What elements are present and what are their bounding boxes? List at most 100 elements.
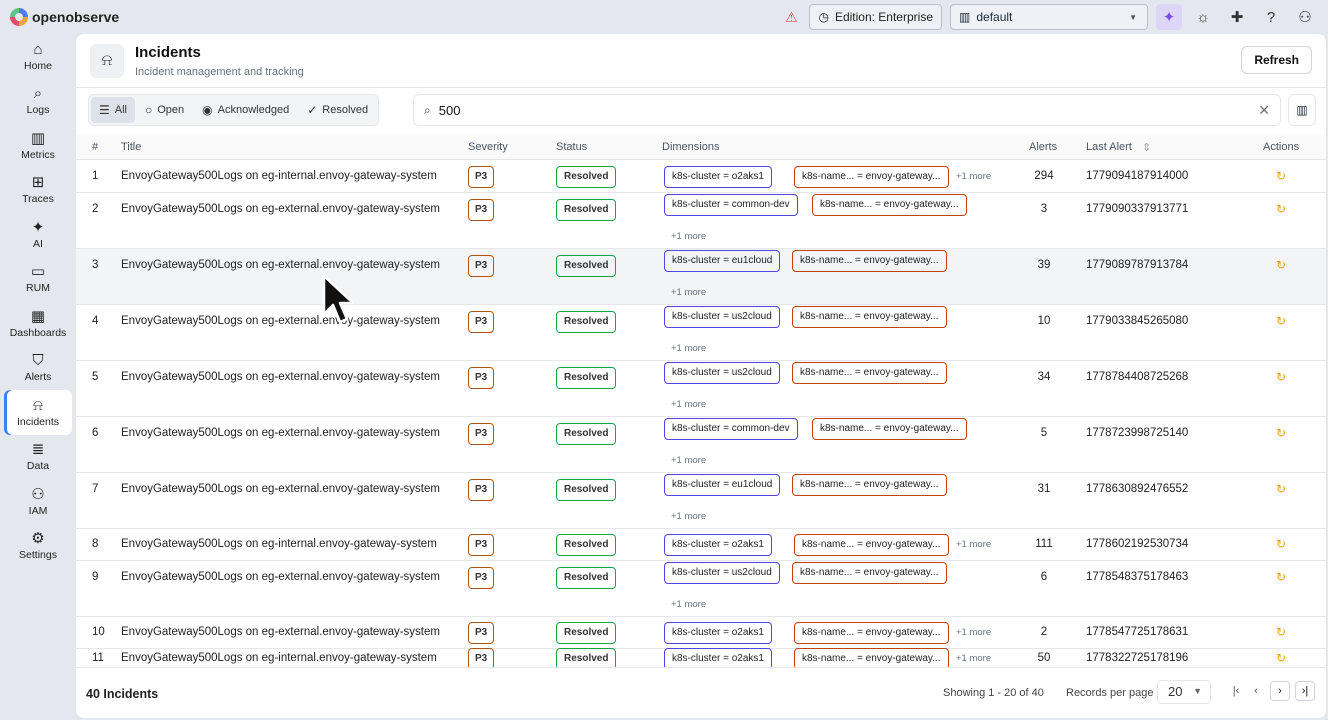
sidebar: ⌂ Home ⌕ Logs ▥ Metrics ⊞ Traces ✦ AI ▭ RUM ▦ Dashboa… (0, 34, 76, 720)
clear-icon[interactable]: ✕ (1258, 102, 1270, 119)
dimension-cluster-chip: k8s-cluster = eu1cloud (664, 250, 781, 272)
action-refresh-icon[interactable]: ↻ (1276, 169, 1286, 183)
action-refresh-icon[interactable]: ↻ (1276, 426, 1286, 440)
col-alerts[interactable]: Alerts (1029, 141, 1057, 153)
records-per-page-select[interactable]: 20 ▼ (1157, 680, 1211, 704)
row-number: 8 (92, 538, 99, 550)
more-dimensions-link[interactable]: +1 more (671, 599, 706, 610)
action-refresh-icon[interactable]: ↻ (1276, 651, 1286, 665)
more-dimensions-link[interactable]: +1 more (671, 343, 706, 354)
sidebar-item-label: Metrics (21, 148, 55, 161)
action-refresh-icon[interactable]: ↻ (1276, 370, 1286, 384)
more-dimensions-link[interactable]: +1 more (956, 171, 991, 182)
user-icon[interactable]: ⚇ (1292, 4, 1318, 30)
action-refresh-icon[interactable]: ↻ (1276, 482, 1286, 496)
search-input[interactable]: 500 (439, 103, 1251, 118)
col-title[interactable]: Title (121, 141, 141, 153)
sidebar-item-incidents[interactable]: ⍾ Incidents (4, 390, 72, 435)
help-icon[interactable]: ? (1258, 4, 1284, 30)
incident-title[interactable]: EnvoyGateway500Logs on eg-external.envoy… (121, 626, 440, 638)
ai-assistant-icon[interactable]: ✦ (1156, 4, 1182, 30)
refresh-button[interactable]: Refresh (1241, 46, 1312, 74)
table-row[interactable]: 8 EnvoyGateway500Logs on eg-internal.envo… (76, 529, 1326, 561)
action-refresh-icon[interactable]: ↻ (1276, 202, 1286, 216)
action-refresh-icon[interactable]: ↻ (1276, 625, 1286, 639)
org-select[interactable]: ▥ default ▼ (950, 4, 1148, 30)
incident-title[interactable]: EnvoyGateway500Logs on eg-external.envoy… (121, 259, 440, 271)
table-row[interactable]: 11 EnvoyGateway500Logs on eg-internal.env… (76, 648, 1326, 670)
action-refresh-icon[interactable]: ↻ (1276, 537, 1286, 551)
more-dimensions-link[interactable]: +1 more (956, 539, 991, 550)
col-last-alert[interactable]: Last Alert (1086, 141, 1132, 153)
severity-badge: P3 (468, 567, 495, 589)
table-row[interactable]: 1 EnvoyGateway500Logs on eg-internal.envo… (76, 161, 1326, 193)
severity-badge: P3 (468, 311, 495, 333)
col-num: # (92, 141, 99, 153)
incident-title[interactable]: EnvoyGateway500Logs on eg-external.envoy… (121, 483, 440, 495)
search-box[interactable]: ⌕ 500 ✕ (413, 94, 1281, 126)
filter-open[interactable]: ○ Open (137, 97, 192, 123)
app-logo[interactable]: openobserve (10, 8, 119, 26)
edition-button[interactable]: ◷ Edition: Enterprise (809, 4, 942, 30)
table-row[interactable]: 5 EnvoyGateway500Logs on eg-external.envo… (76, 361, 1326, 417)
table-row[interactable]: 3 EnvoyGateway500Logs on eg-external.envo… (76, 249, 1326, 305)
sidebar-item-iam[interactable]: ⚇ IAM (0, 479, 76, 524)
table-row[interactable]: 7 EnvoyGateway500Logs on eg-external.envo… (76, 473, 1326, 529)
columns-toggle-button[interactable]: ▥ (1288, 94, 1316, 126)
incident-title[interactable]: EnvoyGateway500Logs on eg-external.envoy… (121, 427, 440, 439)
sort-icon[interactable]: ⇕ (1142, 141, 1151, 154)
table-row[interactable]: 9 EnvoyGateway500Logs on eg-external.envo… (76, 561, 1326, 617)
table-row[interactable]: 2 EnvoyGateway500Logs on eg-external.envo… (76, 193, 1326, 249)
more-dimensions-link[interactable]: +1 more (671, 455, 706, 466)
sidebar-item-traces[interactable]: ⊞ Traces (0, 168, 76, 213)
more-dimensions-link[interactable]: +1 more (671, 399, 706, 410)
sidebar-item-dashboards[interactable]: ▦ Dashboards (0, 301, 76, 346)
filter-all[interactable]: ☰ All (91, 97, 135, 123)
filter-resolved[interactable]: ✓ Resolved (299, 97, 376, 123)
alerts-count: 50 (1037, 652, 1051, 664)
incident-title[interactable]: EnvoyGateway500Logs on eg-external.envoy… (121, 371, 440, 383)
incident-title[interactable]: EnvoyGateway500Logs on eg-external.envoy… (121, 315, 440, 327)
filter-label: Open (157, 104, 185, 116)
prev-page-icon[interactable]: ‹ (1246, 681, 1266, 701)
sidebar-item-logs[interactable]: ⌕ Logs (0, 79, 76, 124)
next-page-icon[interactable]: › (1270, 681, 1290, 701)
sidebar-item-data[interactable]: ≣ Data (0, 435, 76, 480)
sidebar-item-ai[interactable]: ✦ AI (0, 212, 76, 257)
last-alert-timestamp: 1778630892476552 (1086, 483, 1189, 495)
action-refresh-icon[interactable]: ↻ (1276, 570, 1286, 584)
incident-title[interactable]: EnvoyGateway500Logs on eg-external.envoy… (121, 203, 440, 215)
filter-acknowledged[interactable]: ◉ Acknowledged (194, 97, 297, 123)
slack-icon[interactable]: ✚ (1224, 4, 1250, 30)
action-refresh-icon[interactable]: ↻ (1276, 314, 1286, 328)
sidebar-item-alerts[interactable]: ⛉ Alerts (0, 346, 76, 391)
more-dimensions-link[interactable]: +1 more (956, 653, 991, 664)
sidebar-item-settings[interactable]: ⚙ Settings (0, 524, 76, 569)
action-refresh-icon[interactable]: ↻ (1276, 258, 1286, 272)
table-row[interactable]: 6 EnvoyGateway500Logs on eg-external.envo… (76, 417, 1326, 473)
table-row[interactable]: 4 EnvoyGateway500Logs on eg-external.envo… (76, 305, 1326, 361)
theme-sun-icon[interactable]: ☼ (1190, 4, 1216, 30)
warning-icon[interactable]: ⚠ (781, 9, 801, 26)
more-dimensions-link[interactable]: +1 more (671, 231, 706, 242)
incident-title[interactable]: EnvoyGateway500Logs on eg-internal.envoy… (121, 538, 437, 550)
sidebar-item-metrics[interactable]: ▥ Metrics (0, 123, 76, 168)
row-number: 3 (92, 259, 99, 271)
last-page-icon[interactable]: ›| (1295, 681, 1315, 701)
incident-title[interactable]: EnvoyGateway500Logs on eg-external.envoy… (121, 571, 440, 583)
filter-label: Acknowledged (217, 104, 290, 116)
table-row[interactable]: 10 EnvoyGateway500Logs on eg-external.env… (76, 617, 1326, 649)
incident-title[interactable]: EnvoyGateway500Logs on eg-internal.envoy… (121, 652, 437, 664)
dimension-name-chip: k8s-name... = envoy-gateway... (792, 362, 947, 384)
col-severity[interactable]: Severity (468, 141, 508, 153)
more-dimensions-link[interactable]: +1 more (671, 287, 706, 298)
first-page-icon[interactable]: |‹ (1226, 681, 1246, 701)
more-dimensions-link[interactable]: +1 more (956, 627, 991, 638)
incident-title[interactable]: EnvoyGateway500Logs on eg-internal.envoy… (121, 170, 437, 182)
col-status[interactable]: Status (556, 141, 587, 153)
last-alert-timestamp: 1778322725178196 (1086, 652, 1189, 664)
sidebar-item-home[interactable]: ⌂ Home (0, 34, 76, 79)
more-dimensions-link[interactable]: +1 more (671, 511, 706, 522)
columns-icon: ▥ (1296, 103, 1308, 117)
sidebar-item-rum[interactable]: ▭ RUM (0, 257, 76, 302)
